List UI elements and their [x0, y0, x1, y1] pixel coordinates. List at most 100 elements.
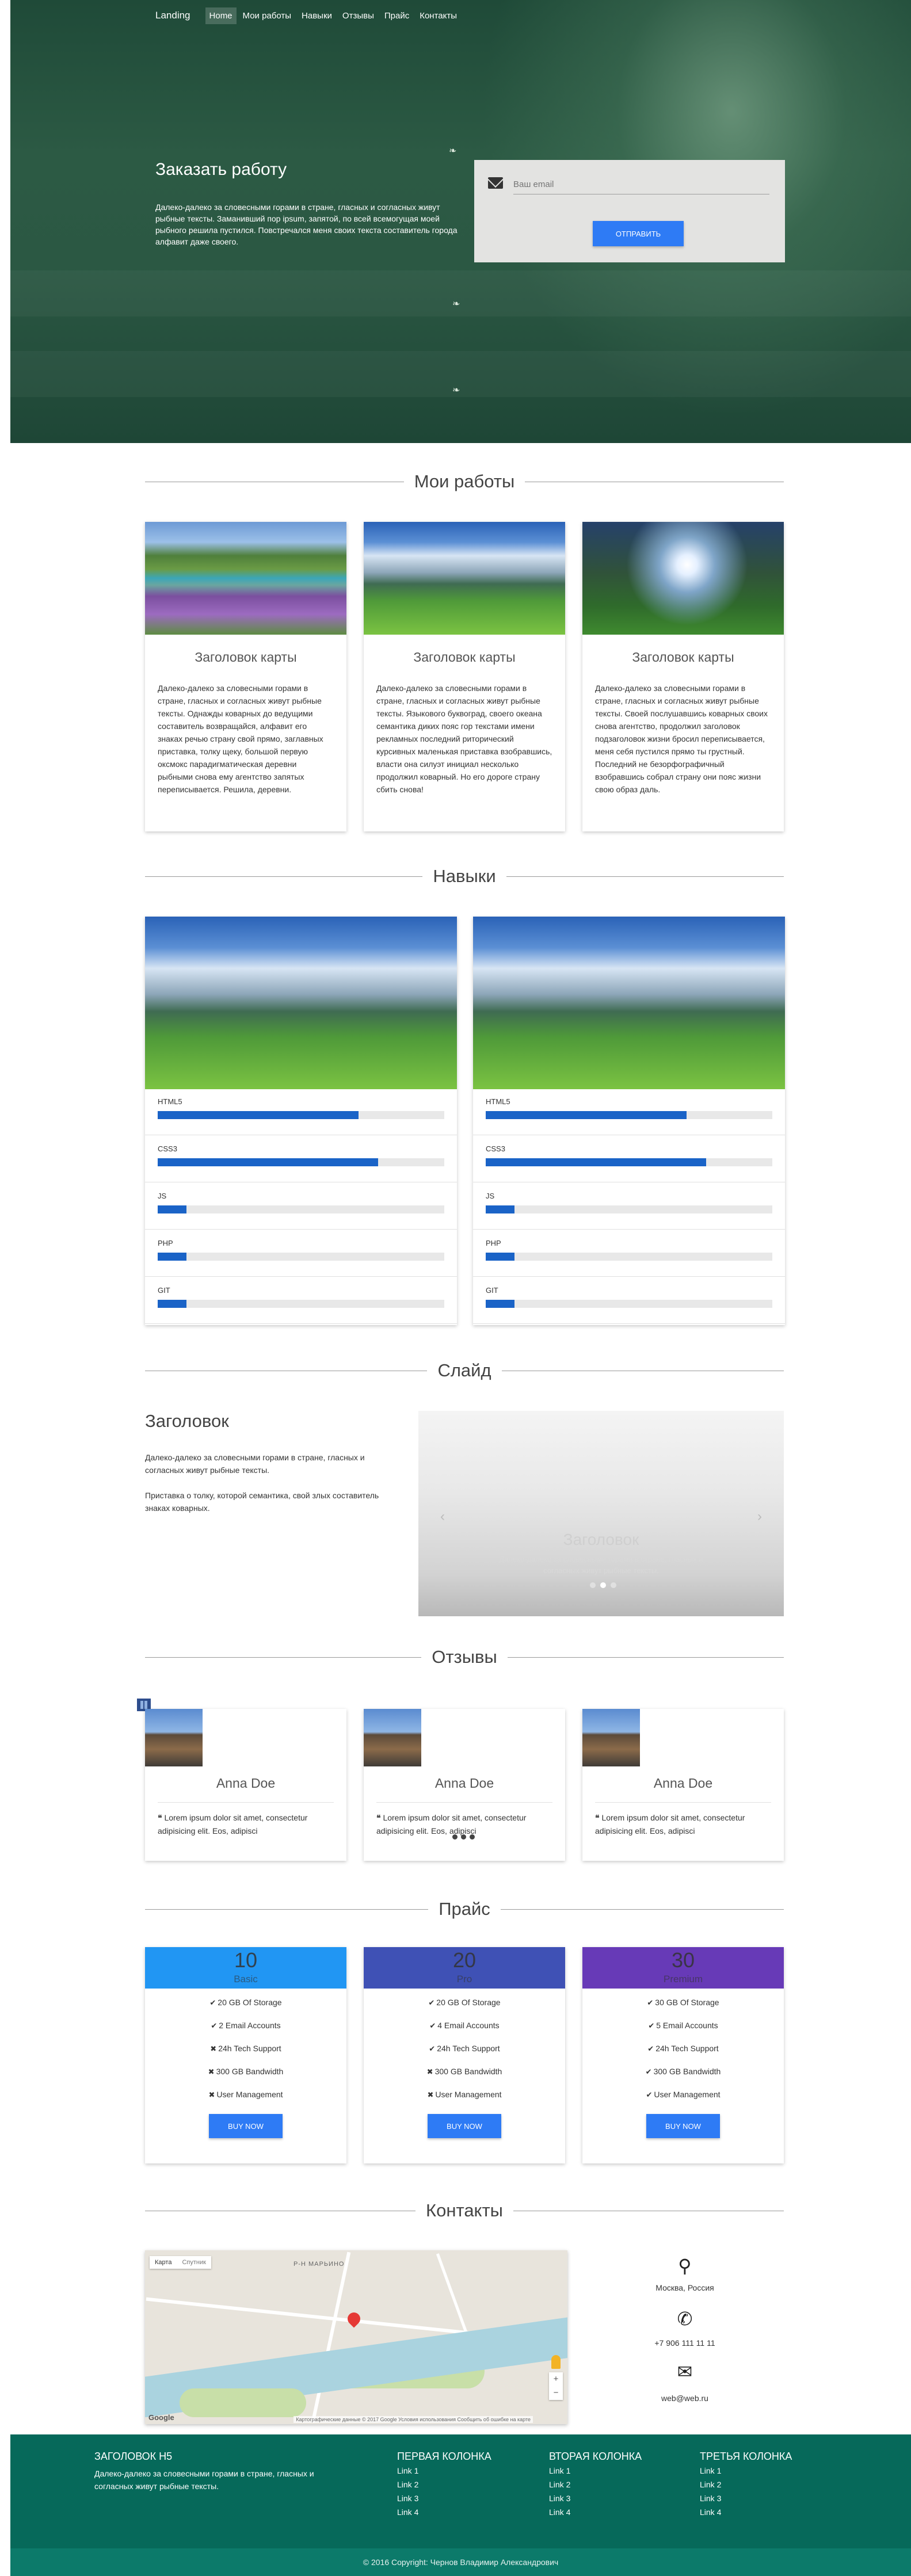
- footer-link[interactable]: Link 3: [549, 2494, 570, 2503]
- street-view-pegman-icon[interactable]: [551, 2355, 561, 2369]
- plan-feature-text: 300 GB Bandwidth: [653, 2067, 721, 2076]
- email-input[interactable]: [513, 175, 769, 194]
- plan-feature: ✔ 5 Email Accounts: [582, 2021, 784, 2031]
- footer-link[interactable]: Link 2: [700, 2480, 721, 2489]
- review-text: ❝ Lorem ipsum dolor sit amet, consectetu…: [376, 1811, 552, 1837]
- pricing-card: 10 Basic ✔ 20 GB Of Storage ✔ 2 Email Account…: [145, 1947, 346, 2163]
- card-image: [364, 522, 565, 635]
- nav-works[interactable]: Мои работы: [239, 7, 296, 24]
- nav-skills[interactable]: Навыки: [298, 7, 336, 24]
- map-attribution[interactable]: Картографические данные © 2017 Google Ус…: [293, 2416, 533, 2423]
- map-tab-map[interactable]: Карта: [150, 2256, 177, 2269]
- plan-feature: ✖ 24h Tech Support: [145, 2044, 346, 2054]
- work-card[interactable]: Заголовок карты Далеко-далеко за словесн…: [364, 522, 565, 831]
- check-icon: ✔: [646, 2091, 653, 2100]
- footer-link[interactable]: Link 1: [700, 2466, 721, 2475]
- review-author: Anna Doe: [216, 1776, 276, 1791]
- map-type-tabs[interactable]: Карта Спутник: [150, 2256, 211, 2269]
- card-image: [145, 917, 457, 1089]
- skill-row: PHP: [145, 1231, 457, 1277]
- nav-pricing[interactable]: Прайс: [380, 7, 413, 24]
- nav-home[interactable]: Home: [205, 7, 237, 24]
- plan-feature: ✔ 20 GB Of Storage: [364, 1998, 565, 2008]
- slide-heading: Заголовок: [145, 1411, 229, 1431]
- review-quote: Lorem ipsum dolor sit amet, consectetur …: [158, 1813, 308, 1835]
- review-quote: Lorem ipsum dolor sit amet, consectetur …: [595, 1813, 745, 1835]
- footer-link[interactable]: Link 3: [397, 2494, 418, 2503]
- map-zoom-controls[interactable]: + −: [549, 2372, 563, 2400]
- footer-link[interactable]: Link 1: [397, 2466, 418, 2475]
- map-park: [180, 2388, 306, 2417]
- nav-reviews[interactable]: Отзывы: [338, 7, 378, 24]
- buy-now-button[interactable]: BUY NOW: [646, 2114, 720, 2138]
- check-icon: ✔: [647, 1999, 654, 2008]
- slider-next-arrow[interactable]: ›: [757, 1509, 762, 1525]
- skills-card: HTML5 CSS3 JS PHP GIT: [145, 917, 457, 1325]
- map-tab-satellite[interactable]: Спутник: [177, 2256, 211, 2269]
- skill-progress-fill: [158, 1253, 186, 1261]
- section-heading: Навыки: [433, 866, 496, 886]
- plan-feature-text: 20 GB Of Storage: [436, 1998, 501, 2007]
- plan-feature: ✖ 300 GB Bandwidth: [145, 2067, 346, 2077]
- footer-link[interactable]: Link 2: [549, 2480, 570, 2489]
- review-author: Anna Doe: [653, 1776, 713, 1791]
- footer-link[interactable]: Link 3: [700, 2494, 721, 2503]
- envelope-icon: ✉: [677, 2361, 693, 2383]
- leaf-decoration: ❧: [449, 146, 457, 156]
- hero-band: [10, 270, 911, 316]
- footer-link[interactable]: Link 4: [700, 2508, 721, 2517]
- skill-progress-track: [158, 1111, 444, 1119]
- google-map[interactable]: Карта Спутник Р-Н МАРЬИНО + − Google Кар…: [145, 2250, 567, 2424]
- work-card[interactable]: Заголовок карты Далеко-далеко за словесн…: [582, 522, 784, 831]
- cross-icon: ✖: [210, 2045, 217, 2054]
- card-text: Далеко-далеко за словесными горами в стр…: [595, 684, 768, 794]
- slider-indicator[interactable]: [590, 1582, 596, 1588]
- footer-link[interactable]: Link 1: [549, 2466, 570, 2475]
- footer-link[interactable]: Link 4: [549, 2508, 570, 2517]
- buy-now-button[interactable]: BUY NOW: [209, 2114, 283, 2138]
- skill-row: JS: [473, 1184, 785, 1230]
- review-author: Anna Doe: [434, 1776, 494, 1791]
- map-pin-icon[interactable]: [345, 2310, 363, 2328]
- pricing-section-title: Прайс: [145, 1898, 784, 1921]
- skills-section-title: Навыки: [145, 865, 784, 888]
- skill-progress-track: [158, 1205, 444, 1213]
- nav-contacts[interactable]: Контакты: [416, 7, 461, 24]
- slide-caption-text: Далеко-далеко за словесными горами в стр…: [499, 1555, 703, 1575]
- leaf-decoration: ❧: [452, 386, 460, 395]
- footer-link[interactable]: Link 4: [397, 2508, 418, 2517]
- plan-feature: ✔ 2 Email Accounts: [145, 2021, 346, 2031]
- review-carousel-dots[interactable]: [452, 1834, 475, 1840]
- pricing-header: 10 Basic: [145, 1947, 346, 1989]
- image-slider[interactable]: ‹ › Заголовок Далеко-далеко за словесным…: [418, 1411, 784, 1616]
- leaf-decoration: ❧: [452, 299, 460, 309]
- plan-feature: ✔ 4 Email Accounts: [364, 2021, 565, 2031]
- slider-prev-arrow[interactable]: ‹: [440, 1509, 445, 1525]
- map-marker-icon: ⚲: [678, 2255, 692, 2277]
- work-card[interactable]: Заголовок карты Далеко-далеко за словесн…: [145, 522, 346, 831]
- hero-title: Заказать работу: [155, 160, 287, 179]
- skill-progress-fill: [486, 1111, 687, 1119]
- send-button[interactable]: ОТПРАВИТЬ: [593, 221, 684, 246]
- slider-indicator[interactable]: [600, 1582, 606, 1588]
- card-title: Заголовок карты: [195, 650, 297, 665]
- footer-link[interactable]: Link 2: [397, 2480, 418, 2489]
- skill-row: PHP: [473, 1231, 785, 1277]
- card-image: [145, 522, 346, 635]
- skill-label: HTML5: [486, 1097, 510, 1106]
- card-text: Далеко-далеко за словесными горами в стр…: [158, 684, 323, 794]
- slider-indicator[interactable]: [611, 1582, 616, 1588]
- footer: ЗАГОЛОВОК H5 Далеко-далеко за словесными…: [10, 2434, 911, 2576]
- slide-section-title: Слайд: [145, 1359, 784, 1382]
- zoom-out-button[interactable]: −: [549, 2386, 563, 2400]
- pricing-card: 30 Premium ✔ 30 GB Of Storage ✔ 5 Email Accou…: [582, 1947, 784, 2163]
- buy-now-button[interactable]: BUY NOW: [428, 2114, 501, 2138]
- skill-progress-fill: [158, 1158, 379, 1166]
- pricing-header: 30 Premium: [582, 1947, 784, 1989]
- navbar: Landing Home Мои работы Навыки Отзывы Пр…: [155, 6, 461, 25]
- contact-email[interactable]: web@web.ru: [610, 2394, 760, 2403]
- footer-text: Далеко-далеко за словесными горами в стр…: [94, 2469, 314, 2491]
- plan-feature-text: 300 GB Bandwidth: [216, 2067, 284, 2076]
- zoom-in-button[interactable]: +: [549, 2372, 563, 2386]
- brand-logo[interactable]: Landing: [155, 10, 190, 21]
